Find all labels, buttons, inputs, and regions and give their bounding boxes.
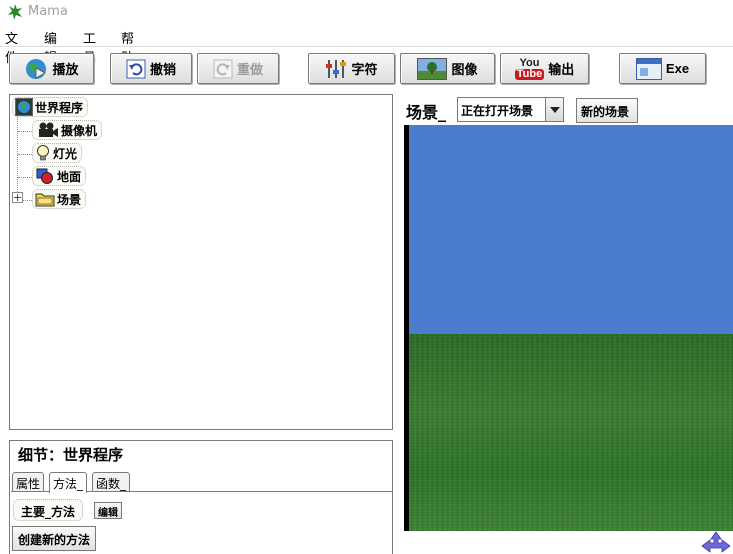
folder-icon [35,193,55,207]
tab-functions[interactable]: 函数_ [92,472,131,492]
scene-label: 场景_ [406,103,447,122]
tree-item-world[interactable]: 世界程序 [12,97,89,117]
globe-icon [15,98,33,116]
export-button[interactable]: You Tube 输出 [500,53,589,84]
tree-item-label: 摄像机 [61,123,98,138]
window-title: Mama [28,4,68,19]
play-icon [26,58,47,79]
tree-item-label: 场景 [57,192,82,207]
tree-item-label: 地面 [57,169,82,184]
font-label: 字符 [351,63,378,78]
title-bar: Mama [0,0,733,24]
scene-dropdown[interactable]: 正在打开场景 [457,97,564,122]
chevron-down-icon[interactable] [545,98,563,121]
tree-item-label: 灯光 [53,146,78,161]
3d-scene-viewport[interactable] [404,125,733,531]
camera-icon [39,122,58,137]
undo-button[interactable]: 撤销 [110,53,192,84]
tree-connector [18,154,32,155]
scene-ground [409,334,733,531]
application-window-icon [635,57,662,80]
tree-item-camera[interactable]: 摄像机 [32,120,103,140]
font-sliders-icon [326,59,347,78]
tree-connector [18,131,32,132]
edit-button[interactable]: 编辑 [94,502,122,519]
undo-icon [126,59,146,78]
tree-item-light[interactable]: 灯光 [32,143,83,163]
export-label: 输出 [548,63,575,78]
object-tree-panel: 世界程序 摄像机 灯光 地面 + 场景 [9,94,393,430]
tab-properties[interactable]: 属性 [12,472,45,492]
image-button[interactable]: 图像 [400,53,495,84]
light-bulb-icon [37,145,49,161]
tree-connector [23,200,32,201]
exe-button[interactable]: Exe [619,53,706,84]
scene-dropdown-value: 正在打开场景 [461,104,534,118]
youtube-logo-icon: You Tube [514,56,545,80]
redo-label: 重做 [236,63,263,78]
exe-label: Exe [665,61,690,76]
tab-methods[interactable]: 方法_ [49,472,88,493]
play-button[interactable]: 播放 [9,53,94,84]
tree-item-label: 世界程序 [35,100,84,115]
tree-connector [17,117,18,200]
details-panel: 细节：世界程序 属性 方法_ 函数_ 主要_方法 编辑 创建新的方法 [9,440,393,554]
font-button[interactable]: 字符 [308,53,395,84]
landscape-picture-icon [417,57,448,80]
expand-toggle[interactable]: + [12,192,23,203]
ground-shape-icon [36,168,53,184]
create-method-button[interactable]: 创建新的方法 [12,526,97,551]
redo-button[interactable]: 重做 [197,53,279,84]
play-label: 播放 [52,63,79,78]
image-label: 图像 [451,63,478,78]
app-logo-icon [8,4,22,20]
tree-item-scene[interactable]: 场景 [32,189,87,209]
tree-connector [18,177,32,178]
method-item-main[interactable]: 主要_方法 [13,499,84,521]
redo-icon [213,59,233,78]
new-scene-button[interactable]: 新的场景 [576,98,638,123]
undo-label: 撤销 [149,63,176,78]
scene-sky [409,125,733,334]
tree-item-ground[interactable]: 地面 [32,166,87,186]
details-title: 细节：世界程序 [18,446,124,464]
toolbar-divider [0,46,733,47]
camera-navigation-icon[interactable] [699,531,733,554]
